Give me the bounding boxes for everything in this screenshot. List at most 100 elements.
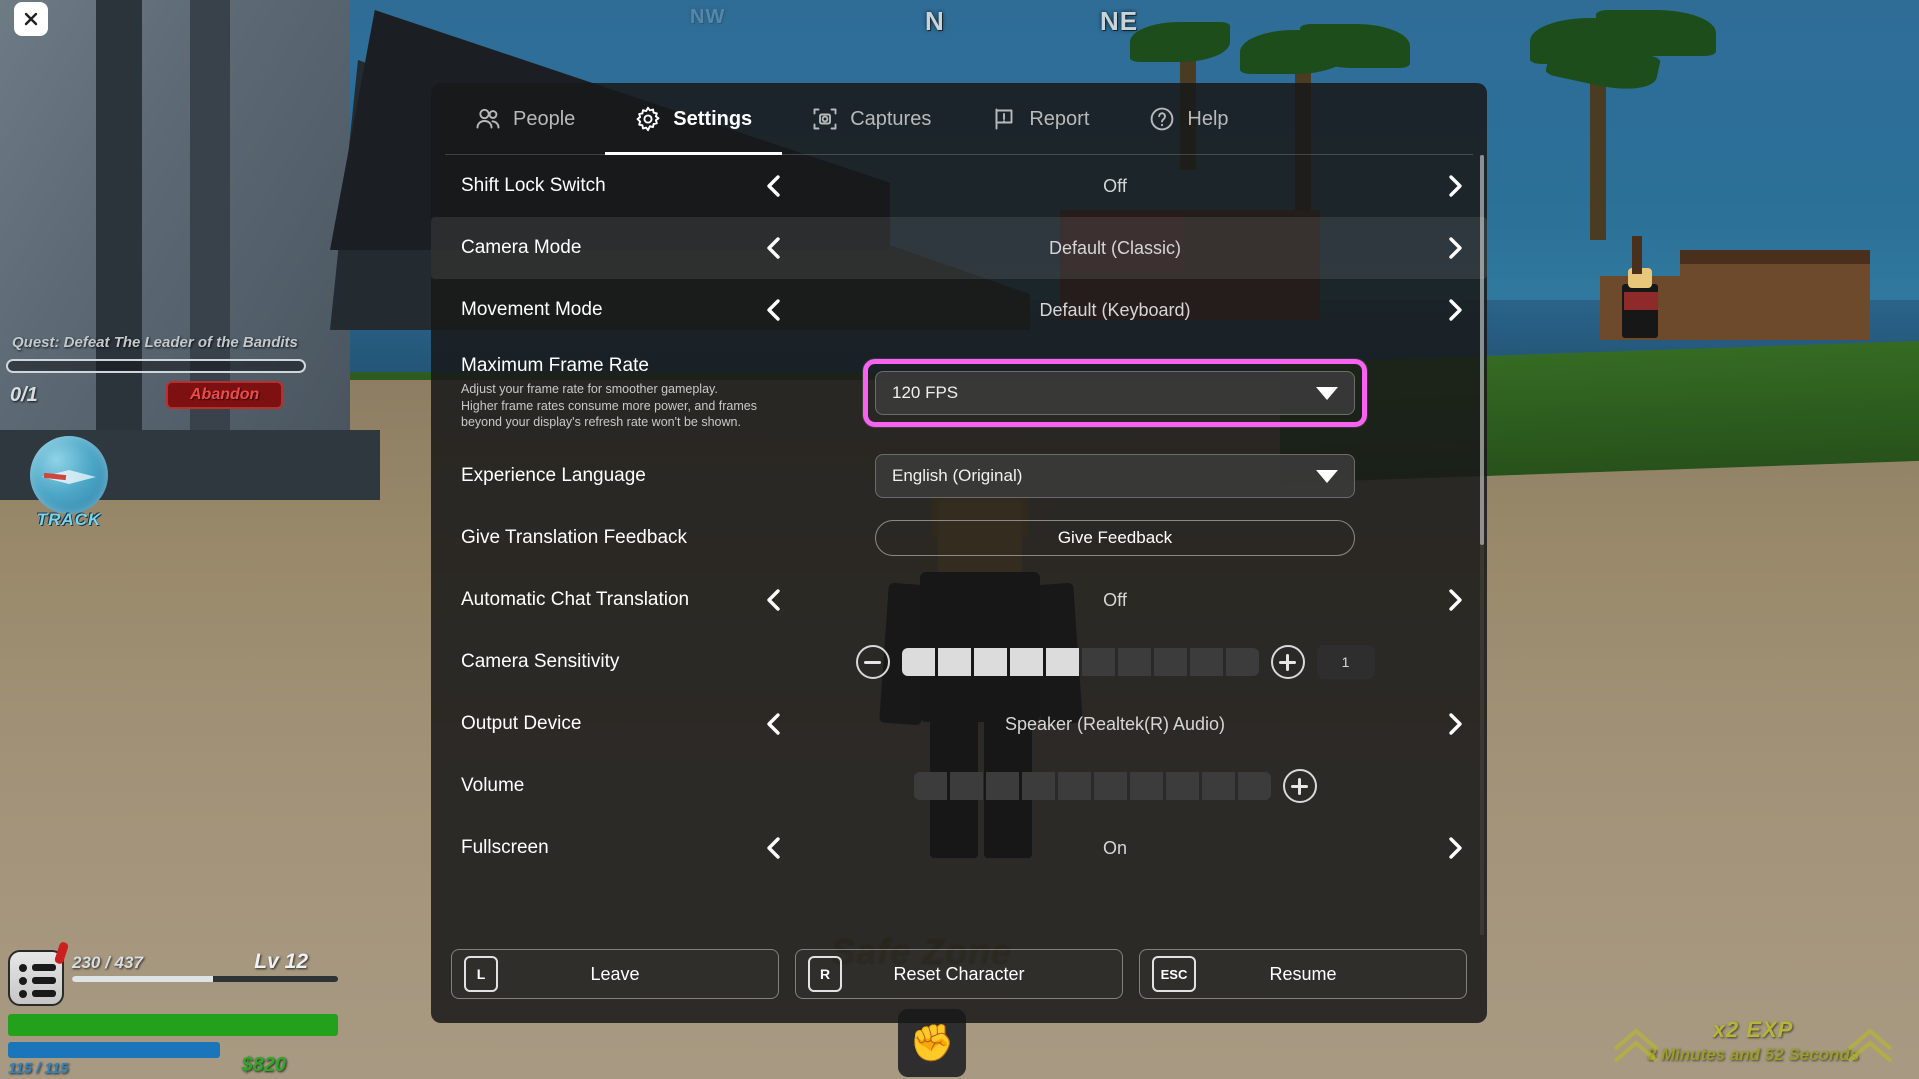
leave-button[interactable]: L Leave xyxy=(451,949,779,999)
increase-volume-button[interactable] xyxy=(1282,769,1317,803)
increment-fullscreen[interactable] xyxy=(1439,826,1473,870)
tab-captures[interactable]: Captures xyxy=(782,83,961,155)
decrement-output-device[interactable] xyxy=(757,702,791,746)
tab-help[interactable]: Help xyxy=(1119,83,1258,155)
chevron-down-icon xyxy=(1316,386,1338,400)
setting-row-maximum-frame-rate[interactable]: Maximum Frame Rate Adjust your frame rate… xyxy=(431,341,1487,445)
setting-control: 1 xyxy=(757,645,1473,679)
decrement-camera-mode[interactable] xyxy=(757,226,791,270)
track-orb-button[interactable] xyxy=(30,436,108,514)
tab-label: Captures xyxy=(850,107,932,130)
flag-icon xyxy=(995,108,1013,130)
inventory-button[interactable] xyxy=(8,941,70,1006)
setting-row-experience-language[interactable]: Experience Language English (Original) xyxy=(431,445,1487,507)
tab-report[interactable]: Report xyxy=(961,83,1119,155)
setting-label-experience-language: Experience Language xyxy=(445,465,757,487)
question-icon xyxy=(1149,106,1175,132)
close-button[interactable] xyxy=(14,2,48,36)
tab-settings[interactable]: Settings xyxy=(605,83,783,155)
chevron-right-icon xyxy=(1449,713,1462,735)
dropdown-maximum-frame-rate[interactable]: 120 FPS xyxy=(875,371,1355,415)
cash-text: $820 xyxy=(241,1054,287,1076)
setting-row-output-device[interactable]: Output Device Speaker (Realtek(R) Audio) xyxy=(431,693,1487,755)
setting-row-camera-mode[interactable]: Camera Mode Default (Classic) xyxy=(431,217,1487,279)
chevron-left-icon xyxy=(767,237,780,259)
slider-segment[interactable] xyxy=(1153,648,1187,676)
setting-control: Default (Keyboard) xyxy=(757,288,1473,332)
slider-camera-sensitivity: 1 xyxy=(855,645,1375,679)
reset-character-button[interactable]: R Reset Character xyxy=(795,949,1123,999)
slider-segment[interactable] xyxy=(901,648,935,676)
camera-icon xyxy=(813,108,837,130)
increment-movement-mode[interactable] xyxy=(1439,288,1473,332)
slider-segment[interactable] xyxy=(1165,772,1199,800)
tab-people[interactable]: People xyxy=(445,83,605,155)
setting-label-shift-lock-switch: Shift Lock Switch xyxy=(445,175,757,197)
level-text: Lv 12 xyxy=(254,950,308,973)
slider-segment[interactable] xyxy=(1225,648,1259,676)
slider-segment[interactable] xyxy=(1189,648,1223,676)
slider-segment[interactable] xyxy=(1117,648,1151,676)
chevron-right-icon xyxy=(1449,589,1462,611)
health-bar-fill xyxy=(8,1014,338,1036)
setting-label-give-translation-feedback: Give Translation Feedback xyxy=(445,527,757,549)
setting-label-output-device: Output Device xyxy=(445,713,757,735)
exp-multiplier-banner: x2 EXP 8 Minutes and 52 Seconds xyxy=(1603,1017,1903,1065)
abandon-quest-button[interactable]: Abandon xyxy=(166,381,284,409)
decrease-camera-sensitivity-button[interactable] xyxy=(855,645,890,679)
setting-row-camera-sensitivity[interactable]: Camera Sensitivity 1 xyxy=(431,631,1487,693)
increment-output-device[interactable] xyxy=(1439,702,1473,746)
setting-row-fullscreen[interactable]: Fullscreen On xyxy=(431,817,1487,879)
setting-label-text: Camera Mode xyxy=(461,237,582,258)
setting-label-text: Give Translation Feedback xyxy=(461,527,688,548)
settings-list[interactable]: Shift Lock Switch Off Camera Mode Defaul… xyxy=(431,155,1487,935)
health-bar: 100 / 100 xyxy=(8,1014,338,1036)
slider-volume xyxy=(913,769,1317,803)
slider-segment[interactable] xyxy=(913,772,947,800)
setting-label-text: Camera Sensitivity xyxy=(461,651,620,672)
people-icon xyxy=(476,108,500,129)
slider-segment[interactable] xyxy=(1045,648,1079,676)
setting-label-text: Maximum Frame Rate xyxy=(461,355,649,377)
increase-camera-sensitivity-button[interactable] xyxy=(1270,645,1305,679)
decrement-shift-lock-switch[interactable] xyxy=(757,164,791,208)
setting-row-shift-lock-switch[interactable]: Shift Lock Switch Off xyxy=(431,155,1487,217)
slider-segment[interactable] xyxy=(1021,772,1055,800)
slider-segment[interactable] xyxy=(985,772,1019,800)
chevron-left-icon xyxy=(767,837,780,859)
resume-button[interactable]: ESC Resume xyxy=(1139,949,1467,999)
slider-segment[interactable] xyxy=(949,772,983,800)
slider-segment[interactable] xyxy=(1201,772,1235,800)
increment-camera-mode[interactable] xyxy=(1439,226,1473,270)
slider-track[interactable] xyxy=(901,648,1259,676)
slider-segment[interactable] xyxy=(1057,772,1091,800)
plus-icon-v xyxy=(1298,777,1301,795)
slider-segment[interactable] xyxy=(1009,648,1043,676)
setting-control: Default (Classic) xyxy=(757,226,1473,270)
tab-label: Help xyxy=(1187,107,1229,130)
decrement-automatic-chat-translation[interactable] xyxy=(757,578,791,622)
button-give-translation-feedback[interactable]: Give Feedback xyxy=(875,520,1355,556)
slider-segment[interactable] xyxy=(1081,648,1115,676)
setting-row-movement-mode[interactable]: Movement Mode Default (Keyboard) xyxy=(431,279,1487,341)
decrement-movement-mode[interactable] xyxy=(757,288,791,332)
palm-leaf xyxy=(1300,24,1410,68)
npc-weapon xyxy=(1632,236,1642,274)
dropdown-experience-language[interactable]: English (Original) xyxy=(875,454,1355,498)
slider-segment[interactable] xyxy=(937,648,971,676)
panel-footer: L Leave R Reset Character ESC Resume xyxy=(431,935,1487,1023)
slider-track[interactable] xyxy=(913,772,1271,800)
list-line-icon xyxy=(32,990,56,997)
increment-shift-lock-switch[interactable] xyxy=(1439,164,1473,208)
setting-label-text: Fullscreen xyxy=(461,837,549,858)
slider-segment[interactable] xyxy=(1237,772,1271,800)
setting-control: Off xyxy=(757,578,1473,622)
setting-row-give-translation-feedback[interactable]: Give Translation Feedback Give Feedback xyxy=(431,507,1487,569)
setting-row-volume[interactable]: Volume xyxy=(431,755,1487,817)
slider-segment[interactable] xyxy=(973,648,1007,676)
decrement-fullscreen[interactable] xyxy=(757,826,791,870)
increment-automatic-chat-translation[interactable] xyxy=(1439,578,1473,622)
setting-row-automatic-chat-translation[interactable]: Automatic Chat Translation Off xyxy=(431,569,1487,631)
slider-segment[interactable] xyxy=(1129,772,1163,800)
slider-segment[interactable] xyxy=(1093,772,1127,800)
